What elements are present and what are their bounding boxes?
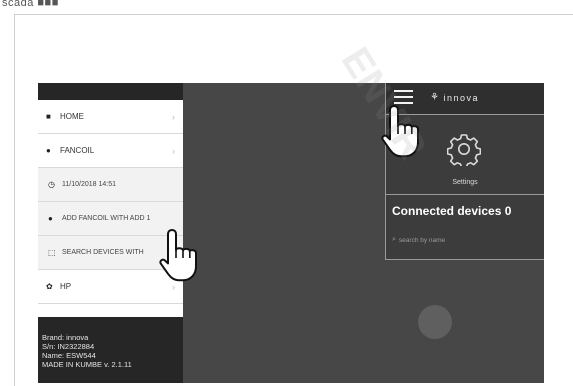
clock-icon: ◷ xyxy=(48,180,55,189)
device-version: MADE IN KUMBE v. 2.1.11 xyxy=(42,360,132,369)
add-icon: ● xyxy=(48,214,53,223)
search-devices-icon: ⬚ xyxy=(48,248,56,257)
chevron-right-icon: › xyxy=(172,145,175,156)
sidebar-item-fancoil[interactable]: ● FANCOIL › xyxy=(38,134,183,168)
sidebar-item-label: 11/10/2018 14:51 xyxy=(62,181,116,188)
sidebar-subitem-datetime[interactable]: ◷ 11/10/2018 14:51 xyxy=(38,168,183,202)
sidebar-item-label: HOME xyxy=(60,112,84,121)
settings-label: Settings xyxy=(452,179,478,186)
watermark-dot xyxy=(418,305,452,339)
sidebar-item-home[interactable]: ■ HOME › xyxy=(38,100,183,134)
house-icon: ■ xyxy=(46,112,51,121)
gear-icon xyxy=(447,134,481,166)
device-icon: ● xyxy=(46,146,51,155)
device-info: Brand: innova S/n: IN2322884 Name: ESW54… xyxy=(38,317,183,383)
brand-logo: ⚘ innova xyxy=(430,92,479,103)
logo-text: innova xyxy=(443,92,479,103)
device-name: Name: ESW544 xyxy=(42,351,96,360)
app-screenshot: ■ HOME › ● FANCOIL › ◷ 11/10/2018 14:51 … xyxy=(38,83,544,383)
chevron-right-icon: › xyxy=(172,111,175,122)
connected-devices-count: Connected devices 0 xyxy=(392,204,512,218)
sidebar-item-label: SEARCH DEVICES WITH xyxy=(62,249,144,256)
sidebar-header xyxy=(38,83,183,100)
logo-mark-icon: ⚘ xyxy=(430,92,441,103)
sidebar-item-label: FANCOIL xyxy=(60,146,95,155)
pointing-hand-icon xyxy=(159,228,197,282)
page-caption: scada ■■■ xyxy=(2,0,59,9)
search-placeholder: search by name xyxy=(398,236,446,244)
gear-icon: ✿ xyxy=(46,282,53,291)
pointing-hand-icon xyxy=(381,104,419,158)
device-brand: Brand: innova xyxy=(42,333,89,342)
search-icon: ⌕ xyxy=(392,236,396,243)
device-serial: S/n: IN2322884 xyxy=(42,342,95,351)
sidebar-item-label: ADD FANCOIL WITH ADD 1 xyxy=(62,215,151,222)
sidebar-item-label: HP xyxy=(60,282,72,291)
search-input[interactable]: ⌕ search by name xyxy=(392,236,538,244)
